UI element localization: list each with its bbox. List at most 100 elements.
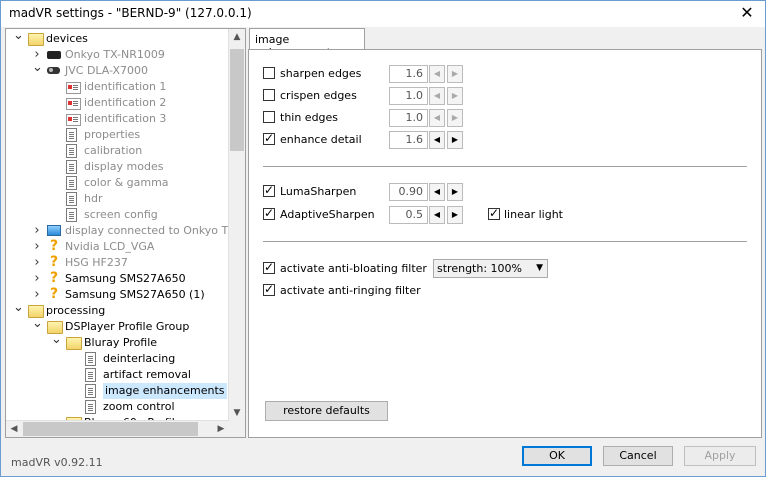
tree-vertical-scrollbar[interactable]: ▲ ▼ bbox=[228, 29, 245, 421]
scroll-left-icon[interactable]: ◀ bbox=[6, 421, 22, 437]
tree-item-label: Nvidia LCD_VGA bbox=[65, 240, 155, 253]
expand-icon[interactable]: › bbox=[32, 239, 42, 255]
id-card-icon bbox=[66, 98, 81, 110]
sharpen-edges-checkbox[interactable] bbox=[263, 67, 275, 79]
tree-item[interactable]: display modes bbox=[6, 159, 228, 175]
tree-item[interactable]: › display connected to Onkyo TX-N bbox=[6, 223, 245, 239]
id-card-icon bbox=[66, 82, 81, 94]
ok-button[interactable]: OK bbox=[522, 446, 592, 466]
tree-item[interactable]: properties bbox=[6, 127, 228, 143]
tree-item-label: deinterlacing bbox=[103, 352, 176, 365]
tree-item[interactable]: screen config bbox=[6, 207, 228, 223]
increase-arrow-icon[interactable]: ▶ bbox=[447, 65, 463, 83]
decrease-arrow-icon[interactable]: ◀ bbox=[429, 109, 445, 127]
tree-item[interactable]: ›? Samsung SMS27A650 bbox=[6, 271, 228, 287]
tree-item[interactable]: calibration bbox=[6, 143, 228, 159]
enhance-detail-checkbox[interactable] bbox=[263, 131, 275, 145]
sharpen-edges-label: sharpen edges bbox=[280, 67, 362, 80]
increase-arrow-icon[interactable]: ▶ bbox=[447, 109, 463, 127]
scroll-right-icon[interactable]: ▶ bbox=[213, 421, 229, 437]
tree-item-label: display connected to Onkyo TX-N bbox=[65, 224, 246, 237]
crispen-edges-checkbox[interactable] bbox=[263, 89, 275, 101]
increase-arrow-icon[interactable]: ▶ bbox=[447, 87, 463, 105]
tab-image-enhancements[interactable]: image enhancements bbox=[249, 28, 365, 59]
anti-bloating-label: activate anti-bloating filter bbox=[280, 262, 427, 275]
decrease-arrow-icon[interactable]: ◀ bbox=[429, 131, 445, 149]
increase-arrow-icon[interactable]: ▶ bbox=[447, 206, 463, 224]
strength-dropdown[interactable]: strength: 100% ▼ bbox=[433, 259, 548, 278]
tree-item-label: identification 3 bbox=[84, 112, 167, 125]
increase-arrow-icon[interactable]: ▶ bbox=[447, 131, 463, 149]
decrease-arrow-icon[interactable]: ◀ bbox=[429, 65, 445, 83]
restore-defaults-button[interactable]: restore defaults bbox=[265, 401, 388, 421]
decrease-arrow-icon[interactable]: ◀ bbox=[429, 206, 445, 224]
horizontal-scroll-thumb[interactable] bbox=[23, 422, 198, 436]
thin-edges-value[interactable]: 1.0 bbox=[389, 109, 428, 127]
expand-icon[interactable]: › bbox=[32, 255, 42, 271]
folder-icon bbox=[28, 33, 44, 46]
tree-item[interactable]: identification 3 bbox=[6, 111, 228, 127]
tree-item[interactable]: identification 1 bbox=[6, 79, 228, 95]
thin-edges-checkbox[interactable] bbox=[263, 111, 275, 123]
question-icon: ? bbox=[49, 286, 59, 302]
tree-item[interactable]: hdr bbox=[6, 191, 228, 207]
tree-item[interactable]: ⌄ JVC DLA-X7000 bbox=[6, 61, 228, 79]
collapse-icon[interactable]: ⌄ bbox=[32, 61, 43, 79]
anti-bloating-checkbox[interactable] bbox=[263, 260, 275, 274]
scroll-up-icon[interactable]: ▲ bbox=[229, 29, 245, 45]
tree-item[interactable]: zoom control bbox=[6, 399, 228, 415]
scroll-down-icon[interactable]: ▼ bbox=[229, 405, 245, 421]
tree-item-label: hdr bbox=[84, 192, 103, 205]
tree-item[interactable]: identification 2 bbox=[6, 95, 228, 111]
expand-icon[interactable]: › bbox=[32, 271, 42, 287]
page-icon bbox=[85, 368, 96, 382]
tree-item-label: image enhancements bbox=[103, 383, 227, 399]
lumasharpen-value[interactable]: 0.90 bbox=[389, 183, 428, 201]
tree-horizontal-scrollbar[interactable]: ◀ ▶ bbox=[6, 420, 229, 437]
tree-item[interactable]: ›? Samsung SMS27A650 (1) bbox=[6, 287, 228, 303]
id-card-icon bbox=[66, 114, 81, 126]
decrease-arrow-icon[interactable]: ◀ bbox=[429, 183, 445, 201]
tree-item-label: Onkyo TX-NR1009 bbox=[65, 48, 165, 61]
increase-arrow-icon[interactable]: ▶ bbox=[447, 183, 463, 201]
tree-item[interactable]: artifact removal bbox=[6, 367, 228, 383]
tree-item[interactable]: ⌄ DSPlayer Profile Group bbox=[6, 317, 228, 335]
anti-ringing-checkbox[interactable] bbox=[263, 282, 275, 296]
tree-item[interactable]: ›? Nvidia LCD_VGA bbox=[6, 239, 228, 255]
close-icon[interactable]: ✕ bbox=[735, 3, 759, 23]
enhance-detail-value[interactable]: 1.6 bbox=[389, 131, 428, 149]
settings-panel: sharpen edges 1.6 ◀ ▶ crispen edges 1.0 … bbox=[248, 49, 762, 438]
tree-item-label: identification 2 bbox=[84, 96, 167, 109]
page-icon bbox=[85, 400, 96, 414]
chevron-down-icon[interactable]: ▼ bbox=[536, 260, 543, 277]
cancel-button[interactable]: Cancel bbox=[603, 446, 673, 466]
lumasharpen-checkbox[interactable] bbox=[263, 183, 275, 197]
thin-edges-label: thin edges bbox=[280, 111, 339, 124]
tree-item[interactable]: deinterlacing bbox=[6, 351, 228, 367]
tree-item-label: zoom control bbox=[103, 400, 175, 413]
tree-item[interactable]: ›? HSG HF237 bbox=[6, 255, 228, 271]
apply-button[interactable]: Apply bbox=[684, 446, 756, 466]
collapse-icon[interactable]: ⌄ bbox=[32, 317, 43, 335]
collapse-icon[interactable]: ⌄ bbox=[51, 333, 62, 351]
page-icon bbox=[85, 384, 96, 398]
tree-item[interactable]: color & gamma bbox=[6, 175, 228, 191]
adaptivesharpen-checkbox[interactable] bbox=[263, 206, 275, 220]
linear-light-checkbox[interactable] bbox=[488, 206, 500, 220]
collapse-icon[interactable]: ⌄ bbox=[13, 29, 24, 47]
expand-icon[interactable]: › bbox=[32, 223, 42, 239]
footer: madVR v0.92.11 OK Cancel Apply bbox=[1, 438, 765, 476]
sharpen-edges-value[interactable]: 1.6 bbox=[389, 65, 428, 83]
linear-light-label: linear light bbox=[504, 208, 563, 221]
tree-item[interactable]: image enhancements bbox=[6, 383, 228, 399]
adaptivesharpen-value[interactable]: 0.5 bbox=[389, 206, 428, 224]
tree-item[interactable]: ⌄ devices bbox=[6, 29, 228, 47]
vertical-scroll-thumb[interactable] bbox=[230, 49, 244, 151]
collapse-icon[interactable]: ⌄ bbox=[13, 301, 24, 319]
tree-item-label: devices bbox=[46, 32, 88, 45]
page-icon bbox=[66, 128, 77, 142]
decrease-arrow-icon[interactable]: ◀ bbox=[429, 87, 445, 105]
expand-icon[interactable]: › bbox=[32, 287, 42, 303]
tree-item[interactable]: ⌄ Bluray Profile bbox=[6, 333, 228, 351]
crispen-edges-value[interactable]: 1.0 bbox=[389, 87, 428, 105]
